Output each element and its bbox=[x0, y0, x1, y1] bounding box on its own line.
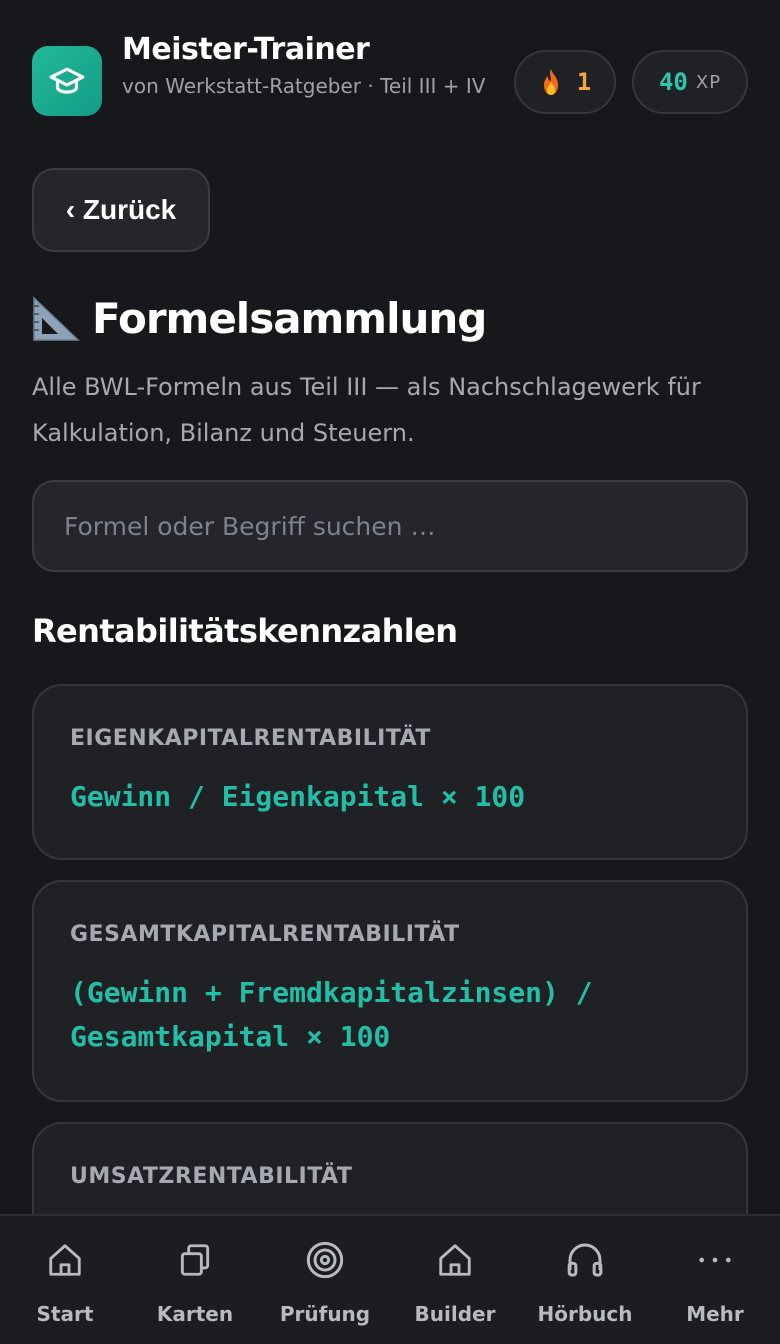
app-subtitle: von Werkstatt-Ratgeber · Teil III + IV bbox=[122, 74, 486, 98]
formula-label: UMSATZRENTABILITÄT bbox=[70, 1164, 353, 1189]
bottom-navigation: Start Karten Prüfung Builder Hörbuch Meh… bbox=[0, 1214, 780, 1344]
nav-label: Mehr bbox=[686, 1302, 744, 1326]
nav-label: Start bbox=[36, 1302, 94, 1326]
streak-count: 1 bbox=[576, 68, 592, 96]
nav-item-builder[interactable]: Builder bbox=[390, 1216, 520, 1344]
cards-icon bbox=[180, 1244, 210, 1276]
nav-item-hoerbuch[interactable]: Hörbuch bbox=[520, 1216, 650, 1344]
app-title: Meister-Trainer bbox=[122, 32, 370, 67]
headphones-icon bbox=[567, 1243, 603, 1277]
xp-unit: XP bbox=[695, 71, 722, 93]
page-intro: Alle BWL-Formeln aus Teil III — als Nach… bbox=[32, 373, 701, 447]
app-logo bbox=[32, 46, 102, 116]
nav-label: Builder bbox=[414, 1302, 496, 1326]
formula-expression: Gewinn / Eigenkapital × 100 bbox=[70, 780, 526, 813]
builder-icon bbox=[439, 1244, 471, 1276]
formula-collection-screen: Meister-Trainer von Werkstatt-Ratgeber ·… bbox=[0, 0, 780, 1344]
page-title: Formelsammlung bbox=[32, 288, 487, 348]
home-icon bbox=[49, 1244, 81, 1276]
formula-label: EIGENKAPITALRENTABILITÄT bbox=[70, 726, 431, 751]
fire-icon bbox=[543, 69, 558, 95]
nav-label: Hörbuch bbox=[537, 1302, 633, 1326]
search-input[interactable] bbox=[32, 480, 748, 572]
formula-card[interactable]: EIGENKAPITALRENTABILITÄT Gewinn / Eigenk… bbox=[32, 684, 748, 860]
formula-label: GESAMTKAPITALRENTABILITÄT bbox=[70, 922, 460, 947]
nav-label: Prüfung bbox=[279, 1302, 371, 1326]
triangular-ruler-icon bbox=[33, 296, 80, 341]
formula-card[interactable]: GESAMTKAPITALRENTABILITÄT (Gewinn + Frem… bbox=[32, 880, 748, 1102]
page-title-text: Formelsammlung bbox=[92, 293, 487, 343]
xp-value: 40 bbox=[658, 68, 688, 96]
nav-item-start[interactable]: Start bbox=[0, 1216, 130, 1344]
nav-label: Karten bbox=[156, 1302, 234, 1326]
xp-badge[interactable]: 40 XP bbox=[632, 50, 748, 114]
section-title: Rentabilitätskennzahlen bbox=[32, 612, 458, 650]
more-icon bbox=[699, 1257, 731, 1263]
formula-expression: (Gewinn + Fremdkapitalzinsen) / Gesamtka… bbox=[70, 976, 593, 1053]
streak-badge[interactable]: 1 bbox=[514, 50, 616, 114]
nav-item-karten[interactable]: Karten bbox=[130, 1216, 260, 1344]
app-header: Meister-Trainer von Werkstatt-Ratgeber ·… bbox=[32, 32, 748, 132]
graduation-cap-icon bbox=[49, 67, 85, 94]
nav-item-mehr[interactable]: Mehr bbox=[650, 1216, 780, 1344]
target-icon bbox=[306, 1241, 344, 1279]
back-button[interactable]: ‹ Zurück bbox=[32, 168, 210, 252]
nav-item-pruefung[interactable]: Prüfung bbox=[260, 1216, 390, 1344]
